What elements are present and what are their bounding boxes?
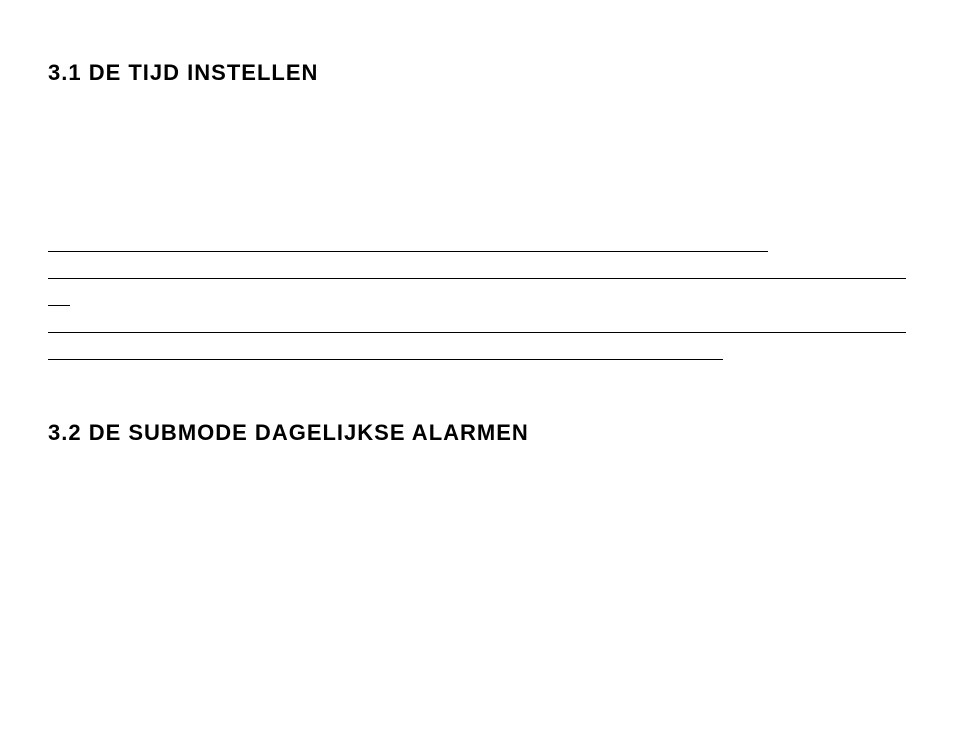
content-lines-block xyxy=(48,251,906,360)
content-line xyxy=(48,251,768,252)
section-heading-3-1: 3.1 DE TIJD INSTELLEN xyxy=(48,60,906,86)
content-line xyxy=(48,305,70,306)
content-line xyxy=(48,359,723,360)
content-line xyxy=(48,278,906,279)
content-line xyxy=(48,332,906,333)
section-heading-3-2: 3.2 DE SUBMODE DAGELIJKSE ALARMEN xyxy=(48,420,906,446)
